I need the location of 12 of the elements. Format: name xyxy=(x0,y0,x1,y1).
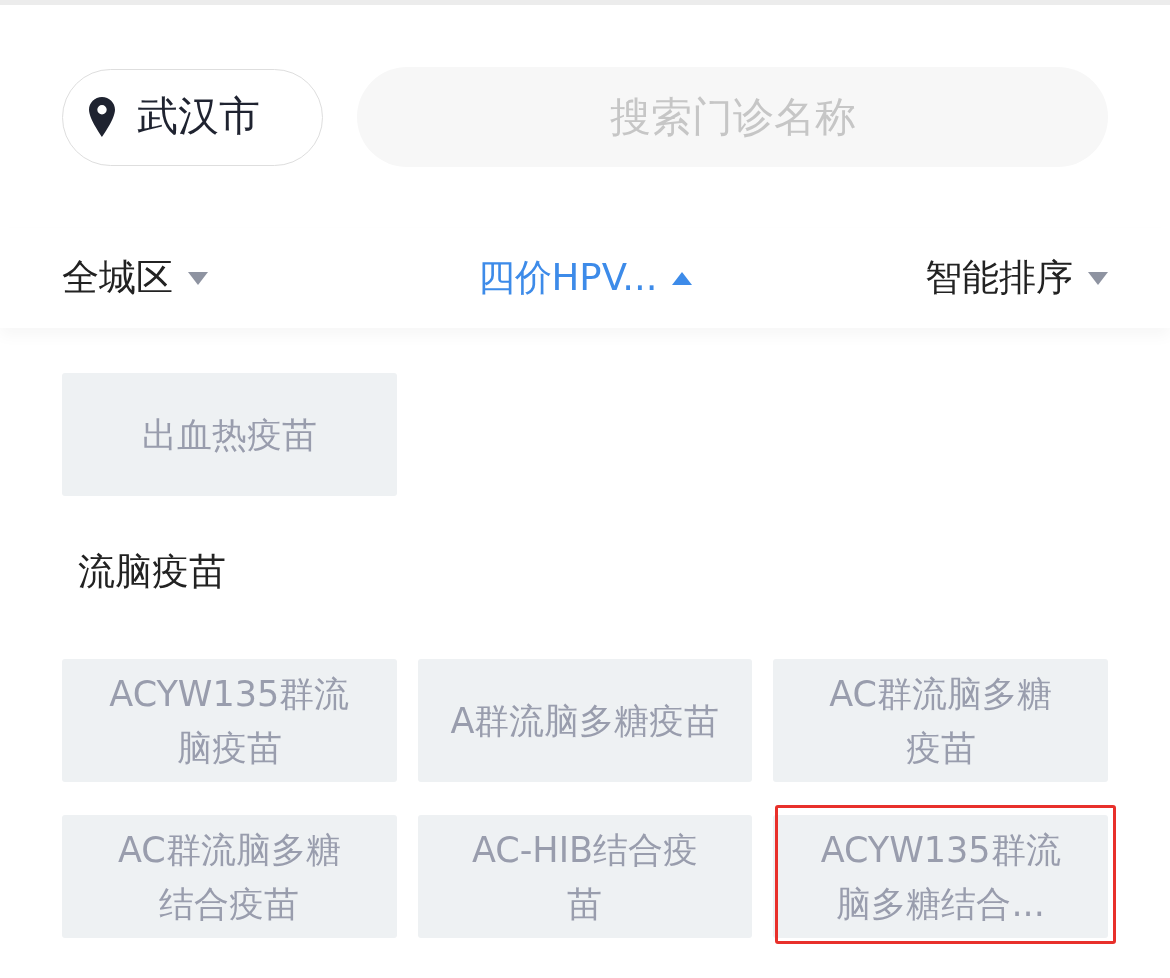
vaccine-option[interactable]: ACYW135群流 脑疫苗 xyxy=(62,659,397,782)
vaccine-option[interactable]: ACYW135群流 脑多糖结合... xyxy=(773,815,1108,938)
vaccine-option[interactable]: AC-HIB结合疫 苗 xyxy=(417,815,753,938)
vaccine-option[interactable]: A群流脑多糖疫苗 xyxy=(417,659,753,782)
map-pin-icon xyxy=(89,97,115,137)
section-title: 流脑疫苗 xyxy=(78,549,226,595)
vaccine-option[interactable]: 出血热疫苗 xyxy=(62,373,397,496)
filter-dropdown[interactable]: 全城区 xyxy=(62,254,208,302)
filter-dropdown[interactable]: 四价HPV... xyxy=(477,254,693,302)
vaccine-option[interactable]: AC群流脑多糖 疫苗 xyxy=(773,659,1108,782)
vaccine-option[interactable]: AC群流脑多糖 结合疫苗 xyxy=(62,815,397,938)
filter-dropdown[interactable]: 智能排序 xyxy=(925,254,1108,302)
